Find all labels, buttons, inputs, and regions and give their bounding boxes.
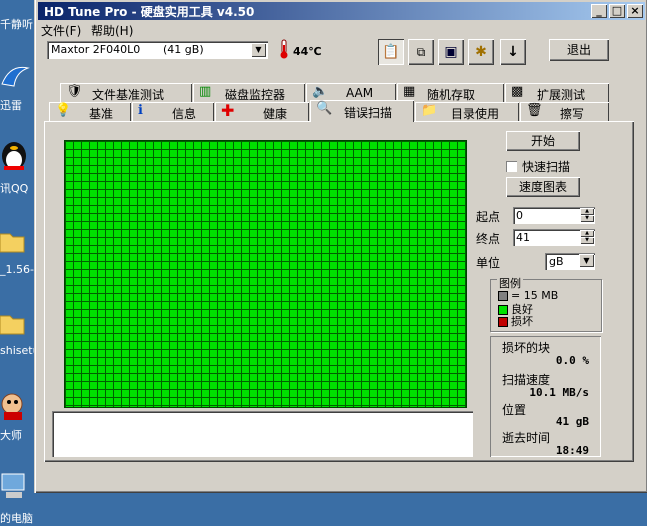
tab-erase[interactable]: 🗑 擦写 bbox=[520, 102, 609, 121]
magnifier-icon: 🔍 bbox=[316, 101, 333, 116]
menu-file[interactable]: 文件(F) bbox=[41, 22, 81, 39]
desktop-label-master[interactable]: 大师 bbox=[0, 427, 22, 443]
scan-speed-value: 10.1 MB/s bbox=[529, 386, 589, 399]
disk-monitor-icon: ▥ bbox=[199, 84, 212, 99]
menu-help[interactable]: 帮助(H) bbox=[91, 22, 133, 39]
minimize-button[interactable]: _ bbox=[591, 4, 607, 18]
floppy-disk-icon: ▣ bbox=[444, 44, 458, 60]
quick-scan-checkbox[interactable] bbox=[506, 161, 517, 172]
tab-error-scan[interactable]: 🔍 错误扫描 bbox=[310, 100, 414, 122]
position-label: 位置 bbox=[502, 403, 527, 417]
legend-item-damaged: 损坏 bbox=[498, 313, 533, 329]
tab-health[interactable]: ✚ 健康 bbox=[215, 101, 309, 121]
drive-name: Maxtor 2F040L0 bbox=[51, 43, 141, 56]
end-point-label: 终点 bbox=[476, 232, 501, 246]
download-button[interactable]: ↓ bbox=[500, 39, 526, 65]
desktop-label-qq[interactable]: 讯QQ bbox=[0, 180, 28, 196]
legend-swatch-damaged bbox=[498, 317, 508, 327]
legend-group: 图例 = 15 MB 良好 损坏 bbox=[490, 275, 602, 332]
save-button[interactable]: ▣ bbox=[438, 39, 464, 65]
tab-folder-usage[interactable]: 📁 目录使用 bbox=[415, 102, 519, 121]
speaker-icon: 🔈 bbox=[312, 84, 329, 99]
title-bar[interactable]: HD Tune Pro - 硬盘实用工具 v4.50 _ □ × bbox=[38, 2, 645, 20]
scan-stats-panel: 损坏的块 0.0 % 扫描速度 10.1 MB/s 位置 41 gB 逝去时间 … bbox=[490, 336, 601, 457]
thermometer-icon bbox=[279, 39, 289, 62]
elapsed-time-value: 18:49 bbox=[555, 444, 589, 457]
erase-icon: 🗑 bbox=[526, 103, 543, 118]
exit-button[interactable]: 退出 bbox=[549, 39, 609, 61]
master-app-icon[interactable] bbox=[0, 392, 28, 425]
copy-icon: 📋 bbox=[382, 44, 400, 60]
position-value: 41 gB bbox=[555, 415, 589, 428]
tab-info[interactable]: ℹ 信息 bbox=[132, 102, 214, 121]
log-text-area[interactable] bbox=[52, 411, 473, 457]
desktop-label-ttplayer[interactable]: 千静听 bbox=[0, 16, 33, 32]
close-button[interactable]: × bbox=[627, 4, 643, 18]
desktop-label-my-computer[interactable]: 的电脑 bbox=[0, 510, 33, 526]
desktop-label-xunlei[interactable]: 迅雷 bbox=[0, 97, 22, 113]
spin-arrows[interactable]: ▲ ▼ bbox=[580, 208, 594, 223]
copy-screen-icon: ⧉ bbox=[416, 45, 426, 59]
options-button[interactable]: ✱ bbox=[468, 39, 494, 65]
down-arrow-icon: ↓ bbox=[507, 44, 519, 60]
speed-map-button[interactable]: 速度图表 bbox=[506, 177, 580, 197]
health-icon: ✚ bbox=[221, 101, 235, 120]
maximize-button[interactable]: □ bbox=[609, 4, 625, 18]
xunlei-bird-icon[interactable] bbox=[0, 62, 30, 95]
folder-icon[interactable] bbox=[0, 312, 26, 339]
info-icon: ℹ bbox=[138, 103, 143, 118]
tab-disk-monitor[interactable]: ▥ 磁盘监控器 bbox=[193, 83, 305, 102]
damaged-blocks-value: 0.0 % bbox=[555, 354, 589, 367]
copy-screenshot-button[interactable]: ⧉ bbox=[408, 39, 434, 65]
end-point-input[interactable]: 41 ▲ ▼ bbox=[513, 229, 595, 246]
start-point-input[interactable]: 0 ▲ ▼ bbox=[513, 207, 595, 224]
window-title: HD Tune Pro - 硬盘实用工具 v4.50 bbox=[44, 5, 255, 19]
chevron-down-icon[interactable]: ▼ bbox=[251, 43, 266, 57]
unit-label: 单位 bbox=[476, 256, 501, 270]
chevron-down-icon[interactable]: ▼ bbox=[579, 254, 594, 267]
start-button[interactable]: 开始 bbox=[506, 131, 580, 151]
damaged-blocks-label: 损坏的块 bbox=[502, 341, 551, 355]
spin-arrows[interactable]: ▲ ▼ bbox=[580, 230, 594, 245]
quick-scan-label: 快速扫描 bbox=[522, 160, 571, 174]
benchmark-icon: 💡 bbox=[55, 103, 72, 118]
desktop-label-folder-1[interactable]: _1.56- bbox=[0, 263, 34, 276]
my-computer-icon[interactable] bbox=[0, 472, 30, 503]
legend-swatch-block bbox=[498, 291, 508, 301]
elapsed-time-label: 逝去时间 bbox=[502, 431, 551, 445]
file-benchmark-icon: 🛡 bbox=[66, 84, 83, 99]
qq-penguin-icon[interactable] bbox=[0, 138, 30, 175]
hdtune-window: HD Tune Pro - 硬盘实用工具 v4.50 _ □ × 文件(F) 帮… bbox=[34, 0, 647, 493]
tab-benchmark[interactable]: 💡 基准 bbox=[49, 102, 131, 121]
tab-extended-test[interactable]: ▩ 扩展测试 bbox=[505, 83, 609, 102]
unit-select[interactable]: gB ▼ bbox=[545, 253, 595, 270]
drive-capacity: (41 gB) bbox=[163, 43, 204, 56]
folder-icon[interactable] bbox=[0, 230, 26, 257]
copy-info-button[interactable]: 📋 bbox=[378, 39, 404, 65]
drive-select[interactable]: Maxtor 2F040L0 (41 gB) ▼ bbox=[47, 41, 268, 59]
folder-icon: 📁 bbox=[421, 103, 438, 118]
temperature-value: 44℃ bbox=[293, 45, 322, 58]
options-icon: ✱ bbox=[475, 44, 487, 60]
start-point-label: 起点 bbox=[476, 210, 501, 224]
tab-file-benchmark[interactable]: 🛡 文件基准测试 bbox=[60, 83, 192, 102]
extended-test-icon: ▩ bbox=[511, 84, 524, 99]
block-map-grid bbox=[64, 140, 467, 408]
random-access-icon: ▦ bbox=[403, 84, 416, 99]
